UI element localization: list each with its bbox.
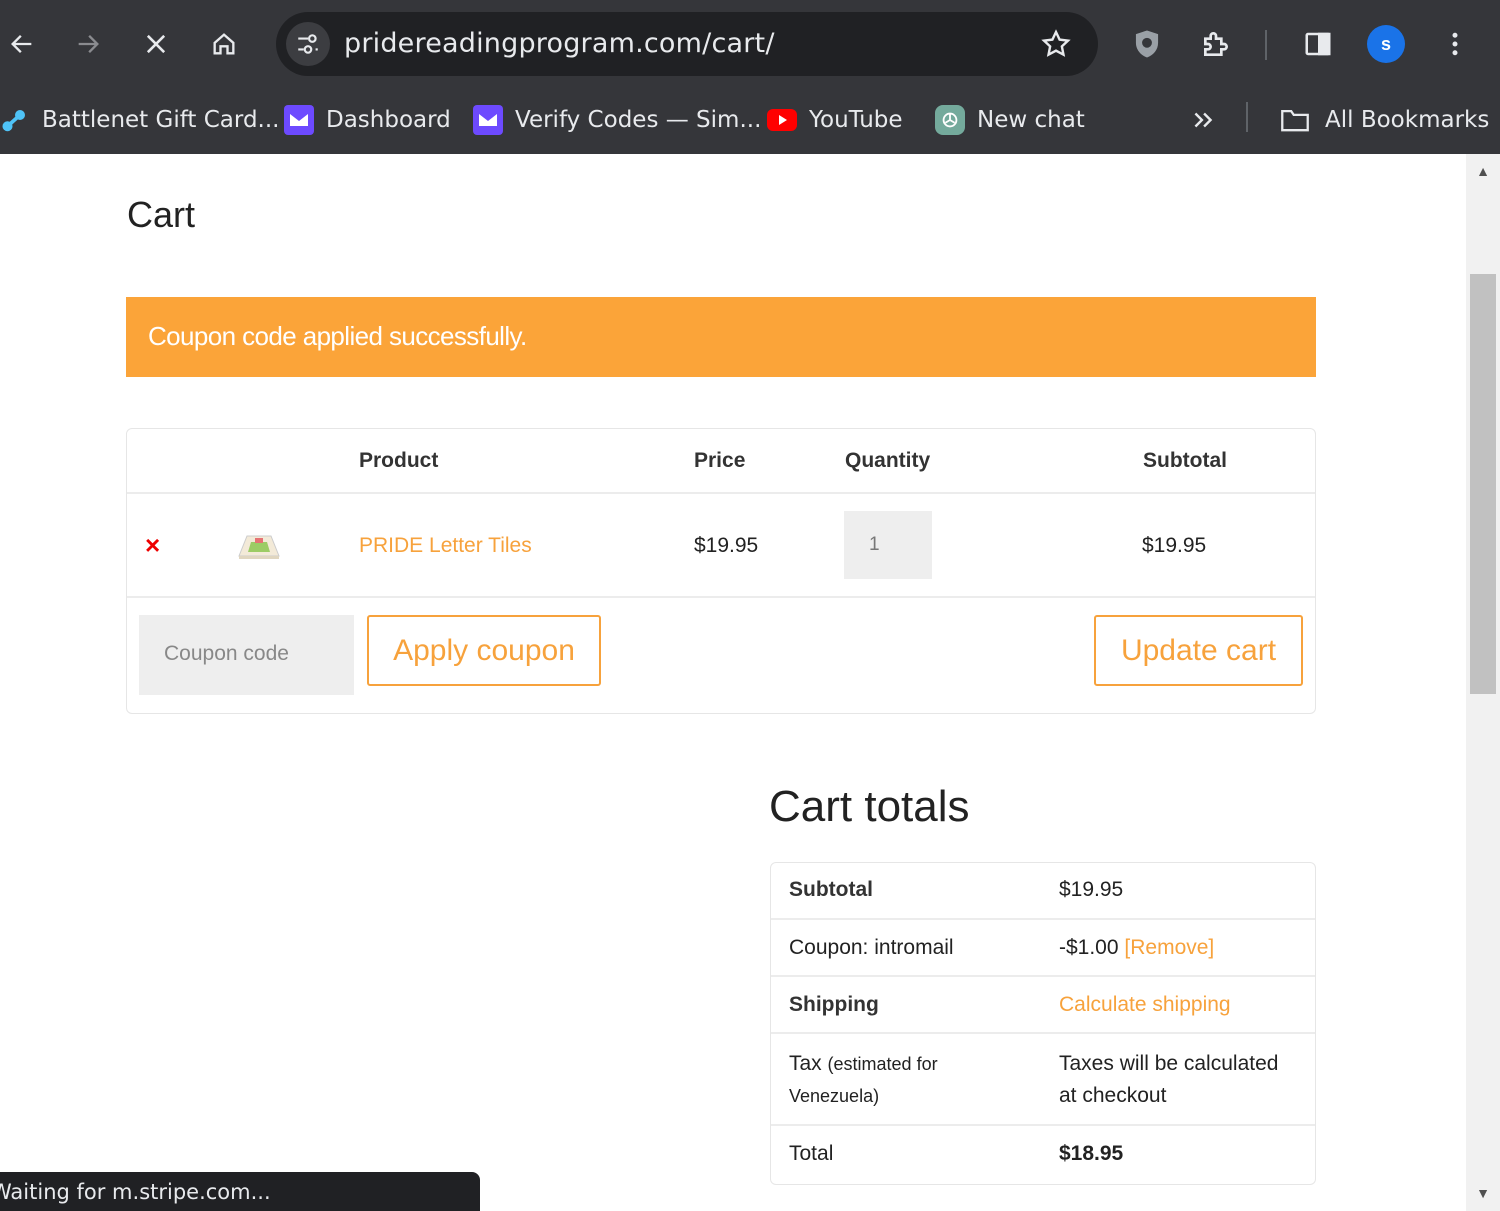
total-label: Total — [789, 1142, 834, 1165]
coupon-success-notice: Coupon code applied successfully. — [126, 297, 1316, 377]
totals-row-shipping: Shipping Calculate shipping — [771, 977, 1315, 1034]
table-row: × PRIDE Letter Tiles $19.95 1 $19.95 — [127, 494, 1315, 598]
item-subtotal: $19.95 — [1142, 534, 1207, 557]
page-scrollbar[interactable]: ▲ ▼ — [1466, 154, 1500, 1211]
bookmark-label: Dashboard — [326, 107, 451, 133]
battlenet-icon — [0, 105, 30, 135]
scrollbar-thumb[interactable] — [1470, 274, 1496, 694]
all-bookmarks-label: All Bookmarks — [1325, 107, 1490, 133]
subtotal-label: Subtotal — [789, 878, 873, 901]
coupon-discount-value: -$1.00 — [1059, 936, 1119, 959]
header-price: Price — [694, 449, 746, 472]
bookmark-label: Battlenet Gift Card... — [42, 107, 280, 133]
cart-totals-table: Subtotal $19.95 Coupon: intromail -$1.00… — [770, 862, 1316, 1185]
product-thumbnail[interactable] — [235, 528, 283, 562]
bookmark-dashboard[interactable]: Dashboard — [284, 100, 451, 140]
page-title: Cart — [127, 194, 196, 235]
update-cart-button[interactable]: Update cart — [1094, 615, 1303, 686]
item-price: $19.95 — [694, 534, 759, 557]
bookmark-label: Verify Codes — Sim... — [515, 107, 762, 133]
url-text[interactable]: pridereadingprogram.com/cart/ — [344, 28, 775, 59]
tax-label: Tax — [789, 1052, 822, 1075]
cart-table: Product Price Quantity Subtotal × PRIDE … — [126, 428, 1316, 714]
more-bookmarks-button[interactable] — [1190, 100, 1216, 140]
status-text: Waiting for m.stripe.com... — [0, 1180, 271, 1204]
bookmark-label: YouTube — [809, 107, 903, 133]
browser-menu-icon[interactable] — [1435, 24, 1475, 64]
quantity-input[interactable]: 1 — [844, 511, 932, 579]
apply-coupon-button[interactable]: Apply coupon — [367, 615, 601, 686]
coupon-code-input[interactable]: Coupon code — [139, 615, 354, 695]
bookmark-label: New chat — [977, 107, 1085, 133]
site-info-button[interactable] — [286, 22, 330, 66]
total-value: $18.95 — [1059, 1142, 1124, 1165]
home-button[interactable] — [202, 22, 246, 66]
remove-coupon-link[interactable]: [Remove] — [1124, 936, 1214, 959]
totals-row-subtotal: Subtotal $19.95 — [771, 863, 1315, 920]
shipping-label: Shipping — [789, 993, 879, 1016]
status-bubble: Waiting for m.stripe.com... — [0, 1172, 480, 1211]
tax-value: Taxes will be calculated at checkout — [1059, 1052, 1279, 1107]
arrow-left-icon — [11, 35, 32, 53]
chatgpt-icon — [935, 105, 965, 135]
bookmarks-divider — [1246, 102, 1248, 132]
cart-totals-title: Cart totals — [769, 782, 970, 831]
proton-mail-icon — [284, 105, 314, 135]
scroll-up-arrow-icon[interactable]: ▲ — [1474, 162, 1492, 180]
proton-mail-icon — [473, 105, 503, 135]
bookmark-new-chat[interactable]: New chat — [935, 100, 1085, 140]
address-bar[interactable]: pridereadingprogram.com/cart/ — [276, 12, 1098, 76]
totals-row-coupon: Coupon: intromail -$1.00 [Remove] — [771, 920, 1315, 977]
browser-chrome: pridereadingprogram.com/cart/ s Battlene… — [0, 0, 1500, 154]
profile-avatar[interactable]: s — [1367, 25, 1405, 63]
tax-label-wrap: Tax (estimated for Venezuela) — [789, 1048, 989, 1112]
coupon-actions-row: Coupon code Apply coupon Update cart — [127, 598, 1315, 713]
bookmark-youtube[interactable]: YouTube — [767, 100, 903, 140]
toolbar-divider — [1265, 30, 1267, 60]
totals-row-total: Total $18.95 — [771, 1126, 1315, 1184]
bookmark-verify-codes[interactable]: Verify Codes — Sim... — [473, 100, 761, 140]
bookmarks-bar: Battlenet Gift Card... Dashboard Verify … — [0, 88, 1500, 154]
remove-item-button[interactable]: × — [145, 532, 160, 558]
cart-table-header: Product Price Quantity Subtotal — [127, 429, 1315, 494]
product-name-link[interactable]: PRIDE Letter Tiles — [359, 534, 532, 558]
tune-icon — [298, 34, 318, 54]
bookmark-star-icon[interactable] — [1040, 28, 1072, 60]
stop-loading-button[interactable] — [134, 22, 178, 66]
subtotal-value: $19.95 — [1059, 878, 1124, 901]
arrow-right-icon — [78, 35, 99, 53]
header-quantity: Quantity — [845, 449, 931, 472]
header-subtotal: Subtotal — [1143, 449, 1227, 472]
side-panel-icon[interactable] — [1298, 24, 1338, 64]
home-icon — [213, 33, 235, 55]
header-product: Product — [359, 449, 439, 472]
browser-toolbar: pridereadingprogram.com/cart/ s — [0, 0, 1500, 88]
calculate-shipping-link[interactable]: Calculate shipping — [1059, 993, 1231, 1017]
all-bookmarks-button[interactable]: All Bookmarks — [1279, 100, 1489, 140]
close-icon — [146, 34, 166, 54]
coupon-label: Coupon: intromail — [789, 936, 954, 959]
forward-button[interactable] — [66, 22, 110, 66]
page-content: Cart Coupon code applied successfully. P… — [0, 154, 1466, 1211]
totals-row-tax: Tax (estimated for Venezuela) Taxes will… — [771, 1034, 1315, 1126]
youtube-icon — [767, 105, 797, 135]
chevron-double-right-icon — [1194, 112, 1213, 128]
bookmark-battlenet[interactable]: Battlenet Gift Card... — [0, 100, 279, 140]
scroll-down-arrow-icon[interactable]: ▼ — [1474, 1184, 1492, 1202]
folder-icon — [1281, 109, 1309, 132]
coupon-value-wrap: -$1.00 [Remove] — [1059, 936, 1214, 960]
extensions-puzzle-icon[interactable] — [1196, 24, 1236, 64]
shield-extension-icon[interactable] — [1127, 24, 1167, 64]
back-button[interactable] — [0, 22, 44, 66]
